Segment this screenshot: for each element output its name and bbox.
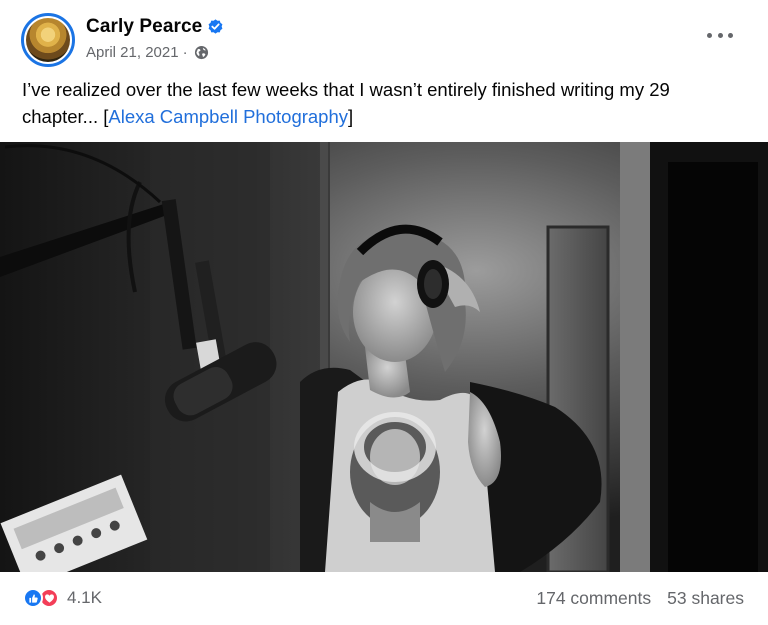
post-text-line-1: I’ve realized over the last few weeks th… — [22, 79, 670, 100]
post-text-prefix: chapter... [ — [22, 106, 109, 127]
avatar-image — [26, 18, 70, 62]
post-text-suffix: ] — [348, 106, 354, 127]
verified-badge-icon — [208, 19, 223, 34]
post-text-line-2: chapter... [Alexa Campbell Photography] — [22, 103, 752, 130]
author-name[interactable]: Carly Pearce — [86, 16, 202, 38]
meta-separator: · — [182, 44, 188, 61]
post-text: I’ve realized over the last few weeks th… — [22, 76, 752, 130]
post-meta: April 21, 2021 · — [86, 44, 209, 61]
post-date[interactable]: April 21, 2021 — [86, 44, 179, 61]
reactions-summary[interactable]: 4.1K — [23, 588, 102, 608]
more-dot — [728, 32, 733, 38]
more-dot — [717, 32, 723, 38]
shares-count[interactable]: 53 shares — [667, 588, 744, 609]
post-photo[interactable] — [0, 142, 768, 572]
more-options-icon[interactable] — [707, 28, 733, 42]
more-dot — [707, 32, 712, 38]
like-icon — [23, 588, 43, 608]
comments-count[interactable]: 174 comments — [536, 588, 651, 609]
post-footer: 4.1K 174 comments 53 shares — [0, 572, 768, 625]
avatar[interactable] — [21, 13, 75, 67]
globe-icon[interactable] — [194, 45, 209, 60]
photo-credit-link[interactable]: Alexa Campbell Photography — [108, 106, 348, 127]
facebook-post: Carly Pearce April 21, 2021 · I’ve reali… — [0, 0, 768, 625]
engagement-stats: 174 comments 53 shares — [536, 588, 744, 609]
reaction-count: 4.1K — [67, 588, 102, 607]
